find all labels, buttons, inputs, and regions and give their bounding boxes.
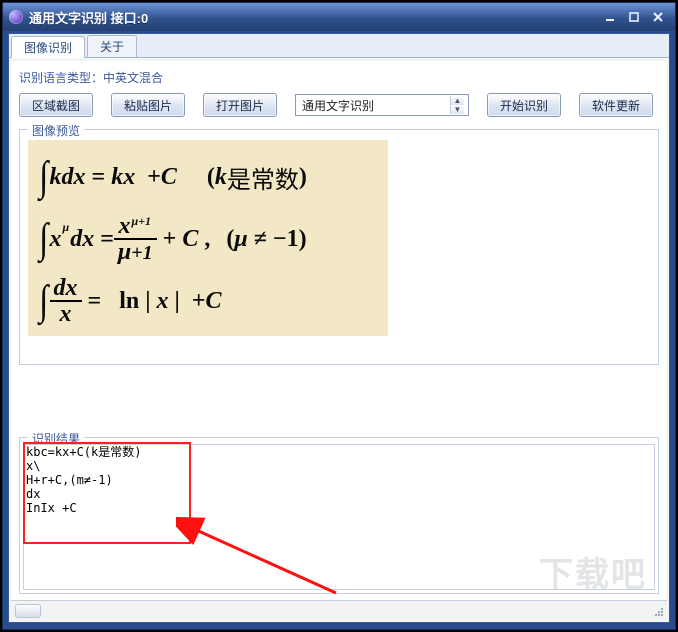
combo-value: 通用文字识别 <box>302 97 450 114</box>
tab-panel: 识别语言类型： 中英文混合 区域截图 粘贴图片 打开图片 通用文字识别 ▲ ▼ … <box>11 61 667 620</box>
tab-about[interactable]: 关于 <box>87 35 137 57</box>
group-title-preview: 图像预览 <box>28 122 84 139</box>
application-window: 通用文字识别 接口:0 图像识别 关于 识别语言类型： 中英文混合 <box>2 2 676 630</box>
image-preview-group: 图像预览 ∫ kdx = kx +C (k是常数) ∫ xμdx = <box>19 129 659 365</box>
close-button[interactable] <box>647 9 669 25</box>
statusbar-panel <box>15 604 41 618</box>
tab-label: 图像识别 <box>24 39 72 56</box>
tab-image-recognition[interactable]: 图像识别 <box>11 36 85 58</box>
paste-image-button[interactable]: 粘贴图片 <box>111 93 185 117</box>
minimize-button[interactable] <box>599 9 621 25</box>
recognize-type-combo[interactable]: 通用文字识别 ▲ ▼ <box>295 94 469 116</box>
titlebar[interactable]: 通用文字识别 接口:0 <box>3 3 675 31</box>
language-label: 识别语言类型： <box>19 69 103 86</box>
app-icon <box>9 10 23 24</box>
software-update-button[interactable]: 软件更新 <box>579 93 653 117</box>
chevron-down-icon[interactable]: ▼ <box>451 105 464 114</box>
chevron-up-icon[interactable]: ▲ <box>451 96 464 105</box>
toolbar: 区域截图 粘贴图片 打开图片 通用文字识别 ▲ ▼ 开始识别 软件更新 <box>19 93 659 117</box>
combo-spinner[interactable]: ▲ ▼ <box>450 96 464 114</box>
tabs: 图像识别 关于 <box>9 34 669 58</box>
results-group: 识别结果 kbc=kx+C(k是常数) x\ H+r+C,(m≠-1) dx I… <box>19 437 659 594</box>
open-image-button[interactable]: 打开图片 <box>203 93 277 117</box>
area-screenshot-button[interactable]: 区域截图 <box>19 93 93 117</box>
language-row: 识别语言类型： 中英文混合 <box>19 67 659 87</box>
tab-label: 关于 <box>100 38 124 55</box>
resize-grip-icon[interactable] <box>653 606 665 618</box>
start-recognize-button[interactable]: 开始识别 <box>487 93 561 117</box>
statusbar <box>11 600 667 620</box>
client-area: 图像识别 关于 识别语言类型： 中英文混合 区域截图 粘贴图片 打开图片 通用文… <box>8 33 670 623</box>
preview-image: ∫ kdx = kx +C (k是常数) ∫ xμdx = xμ+1 <box>28 140 388 336</box>
window-title: 通用文字识别 接口:0 <box>29 8 148 27</box>
results-textarea[interactable]: kbc=kx+C(k是常数) x\ H+r+C,(m≠-1) dx InIx +… <box>23 444 655 590</box>
maximize-button[interactable] <box>623 9 645 25</box>
language-value: 中英文混合 <box>103 69 163 86</box>
